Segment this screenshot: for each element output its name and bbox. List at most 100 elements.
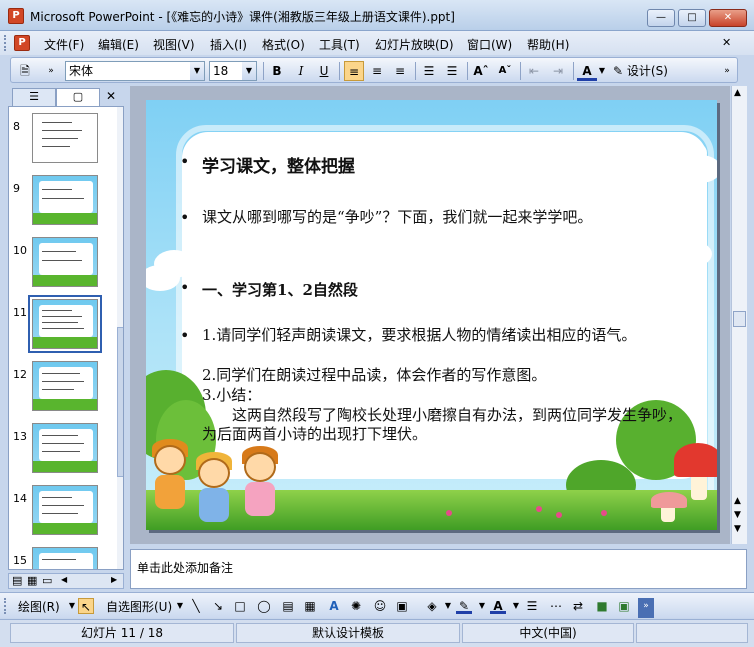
3d-style-icon[interactable]: ▣ xyxy=(616,598,632,614)
chevron-down-icon[interactable]: ▼ xyxy=(172,598,188,614)
menu-format[interactable]: 格式(O) xyxy=(262,36,305,53)
picture-icon[interactable]: ▣ xyxy=(394,598,410,614)
arrow-icon[interactable]: ↘ xyxy=(210,598,226,614)
select-objects-icon[interactable]: ↖ xyxy=(78,598,94,614)
menu-view[interactable]: 视图(V) xyxy=(153,36,195,53)
powerpoint-app-icon[interactable]: P xyxy=(8,8,24,24)
dash-style-icon[interactable]: ⋯ xyxy=(548,598,564,614)
slide-sorter-view-icon[interactable]: ▦ xyxy=(27,574,37,587)
minimize-button[interactable]: — xyxy=(647,9,675,27)
toolbar-options-icon[interactable]: » xyxy=(41,61,61,81)
menu-edit[interactable]: 编辑(E) xyxy=(98,36,139,53)
scroll-up-icon[interactable]: ▲ xyxy=(734,88,741,98)
decrease-font-size-button[interactable]: Aˇ xyxy=(495,61,515,81)
menu-tools[interactable]: 工具(T) xyxy=(319,36,360,53)
slide-thumbnail[interactable] xyxy=(32,361,98,411)
slide-item-2[interactable]: 2.同学们在朗读过程中品读，体会作者的写作意图。 xyxy=(202,366,682,385)
underline-button[interactable]: U xyxy=(314,61,334,81)
slide-intro-text[interactable]: 课文从哪到哪写的是“争吵”？下面，我们就一起来学学吧。 xyxy=(202,208,682,227)
scrollbar-thumb[interactable] xyxy=(733,311,746,327)
slide-thumbnail[interactable] xyxy=(32,547,98,569)
scrollbar-thumb[interactable] xyxy=(117,327,123,477)
menu-help[interactable]: 帮助(H) xyxy=(527,36,569,53)
design-template-status[interactable]: 默认设计模板 xyxy=(236,623,460,643)
clipart-icon[interactable]: ☺ xyxy=(372,598,388,614)
design-button[interactable]: ✎ 设计(S) xyxy=(611,61,681,81)
shadow-style-icon[interactable]: ■ xyxy=(594,598,610,614)
draw-menu-button[interactable]: 绘图(R) xyxy=(18,598,60,615)
chevron-down-icon[interactable]: ▼ xyxy=(190,62,204,80)
normal-view-icon[interactable]: ▤ xyxy=(12,574,22,587)
current-slide[interactable]: • 学习课文，整体把握 • 课文从哪到哪写的是“争吵”？下面，我们就一起来学学吧… xyxy=(146,100,717,530)
maximize-button[interactable]: □ xyxy=(678,9,706,27)
slide-thumbnail[interactable] xyxy=(32,175,98,225)
scroll-right-icon[interactable]: ▶ xyxy=(111,575,117,584)
textbox-icon[interactable]: ▤ xyxy=(280,598,296,614)
diagram-icon[interactable]: ✺ xyxy=(348,598,364,614)
vertical-textbox-icon[interactable]: ▦ xyxy=(302,598,318,614)
menu-file[interactable]: 文件(F) xyxy=(44,36,84,53)
document-icon[interactable]: P xyxy=(14,35,30,51)
decrease-indent-button[interactable]: ⇤ xyxy=(524,61,544,81)
align-right-button[interactable]: ≡ xyxy=(390,61,410,81)
font-color-icon[interactable]: A xyxy=(490,598,506,614)
chevron-down-icon[interactable]: ▼ xyxy=(242,62,256,80)
bold-button[interactable]: B xyxy=(267,61,287,81)
slide-thumbnail[interactable] xyxy=(32,485,98,535)
align-center-button[interactable]: ≡ xyxy=(367,61,387,81)
numbering-button[interactable]: ☰ xyxy=(419,61,439,81)
thumbnail-scrollbar[interactable] xyxy=(117,107,123,569)
menu-insert[interactable]: 插入(I) xyxy=(210,36,247,53)
slide-thumbnail-selected[interactable] xyxy=(28,295,102,353)
fill-color-icon[interactable]: ◈ xyxy=(424,598,440,614)
scroll-down-icon[interactable]: ▼ xyxy=(734,510,741,520)
chevron-down-icon[interactable]: ▼ xyxy=(597,61,607,81)
italic-button[interactable]: I xyxy=(291,61,311,81)
new-document-icon[interactable]: 🗎 xyxy=(15,61,35,81)
notes-pane[interactable]: 单击此处添加备注 xyxy=(130,549,747,589)
chevron-down-icon[interactable]: ▼ xyxy=(440,598,456,614)
close-button[interactable]: ✕ xyxy=(709,9,747,27)
bullets-button[interactable]: ☰ xyxy=(442,61,462,81)
wordart-icon[interactable]: A xyxy=(326,598,342,614)
chevron-down-icon[interactable]: ▼ xyxy=(474,598,490,614)
slide-summary-text[interactable]: 这两自然段写了陶校长处理小磨擦自有办法，到两位同学发生争吵，为后面两首小诗的出现… xyxy=(202,406,682,444)
previous-slide-icon[interactable]: ▲ xyxy=(734,496,741,506)
font-name-select[interactable]: 宋体 ▼ xyxy=(65,61,205,81)
line-color-icon[interactable]: ✎ xyxy=(456,598,472,614)
toolbar-options-icon[interactable]: » xyxy=(717,61,737,81)
font-size-select[interactable]: 18 ▼ xyxy=(209,61,257,81)
rectangle-icon[interactable]: □ xyxy=(232,598,248,614)
font-color-button[interactable]: A xyxy=(577,61,597,81)
slide-thumbnail[interactable] xyxy=(32,113,98,163)
menu-close-doc-icon[interactable]: ✕ xyxy=(722,36,731,49)
toolbar-options-icon[interactable]: » xyxy=(638,598,654,618)
increase-indent-button[interactable]: ⇥ xyxy=(548,61,568,81)
menu-window[interactable]: 窗口(W) xyxy=(467,36,512,53)
scroll-left-icon[interactable]: ◀ xyxy=(61,575,67,584)
thumbnail-text-line xyxy=(42,435,78,436)
menu-slideshow[interactable]: 幻灯片放映(D) xyxy=(375,36,454,53)
increase-font-size-button[interactable]: Aˆ xyxy=(471,61,491,81)
slide-title[interactable]: 学习课文，整体把握 xyxy=(202,152,355,177)
slide-item-3[interactable]: 3.小结： xyxy=(202,386,682,405)
menu-grip[interactable] xyxy=(4,35,7,51)
slide-section-heading[interactable]: 一、学习第1、2自然段 xyxy=(202,279,358,300)
line-style-icon[interactable]: ☰ xyxy=(524,598,540,614)
slide-thumbnail[interactable] xyxy=(32,237,98,287)
next-slide-icon[interactable]: ▼ xyxy=(734,524,741,534)
slide-thumbnail[interactable] xyxy=(32,423,98,473)
arrow-style-icon[interactable]: ⇄ xyxy=(570,598,586,614)
oval-icon[interactable]: ◯ xyxy=(256,598,272,614)
slide-scrollbar[interactable]: ▲ ▲ ▼ ▼ xyxy=(731,86,747,544)
toolbar-grip[interactable] xyxy=(4,598,7,614)
autoshapes-button[interactable]: 自选图形(U) xyxy=(106,598,172,615)
chevron-down-icon[interactable]: ▼ xyxy=(508,598,524,614)
outline-tab[interactable]: ☰ xyxy=(12,88,56,106)
line-icon[interactable]: ╲ xyxy=(188,598,204,614)
slideshow-view-icon[interactable]: ▭ xyxy=(42,574,52,587)
align-left-button[interactable]: ≡ xyxy=(344,61,364,81)
pane-close-icon[interactable]: ✕ xyxy=(106,89,116,103)
slide-item-1[interactable]: 1.请同学们轻声朗读课文，要求根据人物的情绪读出相应的语气。 xyxy=(202,326,682,345)
slides-tab[interactable]: ▢ xyxy=(56,88,100,106)
